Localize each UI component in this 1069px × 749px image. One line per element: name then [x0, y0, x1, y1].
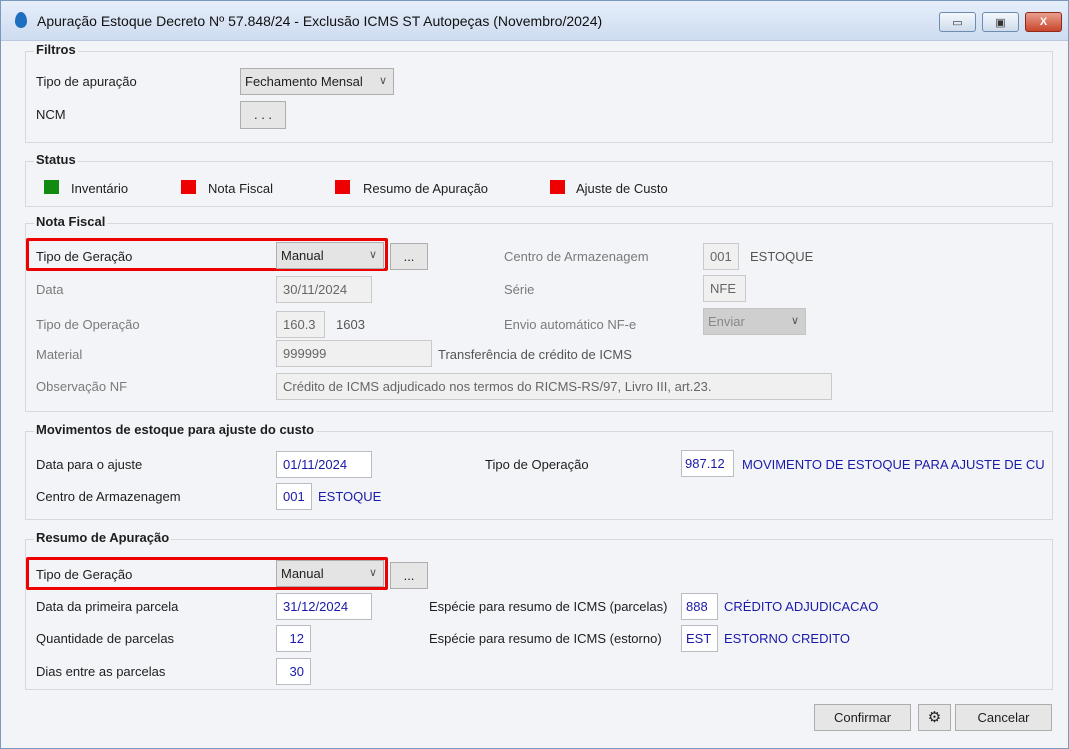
res-qtd-input[interactable]: 12 — [276, 625, 311, 652]
mov-data-label: Data para o ajuste — [36, 457, 143, 472]
app-drop-icon — [15, 12, 27, 28]
res-especie-parcelas-label: Espécie para resumo de ICMS (parcelas) — [429, 599, 668, 614]
res-dias-input[interactable]: 30 — [276, 658, 311, 685]
res-qtd-label: Quantidade de parcelas — [36, 631, 175, 646]
movimentos-title: Movimentos de estoque para ajuste do cus… — [34, 422, 317, 437]
chevron-down-icon: ∨ — [378, 75, 387, 87]
nf-observacao-input[interactable]: Crédito de ICMS adjudicado nos termos do… — [276, 373, 832, 400]
nf-material-input[interactable]: 999999 — [276, 340, 432, 367]
res-primeira-input[interactable]: 31/12/2024 — [276, 593, 372, 620]
status-resumo-indicator — [335, 180, 350, 194]
mov-tipo-operacao-label: Tipo de Operação — [485, 457, 589, 472]
dialog-window: Apuração Estoque Decreto Nº 57.848/24 - … — [0, 0, 1069, 749]
mov-tipo-operacao-desc: MOVIMENTO DE ESTOQUE PARA AJUSTE DE CU — [742, 457, 1045, 472]
res-dias-label: Dias entre as parcelas — [36, 664, 166, 679]
nf-centro-label: Centro de Armazenagem — [504, 249, 649, 264]
status-nota-fiscal-indicator — [181, 180, 196, 194]
status-inventario-indicator — [44, 180, 59, 194]
status-resumo-label: Resumo de Apuração — [363, 181, 489, 196]
nf-envio-select[interactable]: Enviar ∨ — [703, 308, 806, 335]
nf-data-label: Data — [36, 282, 64, 297]
res-tipo-geracao-label: Tipo de Geração — [36, 567, 133, 582]
status-title: Status — [34, 152, 78, 167]
movimentos-group: Movimentos de estoque para ajuste do cus… — [25, 422, 1053, 520]
tipo-apuracao-value: Fechamento Mensal — [245, 74, 363, 89]
res-especie-estorno-label: Espécie para resumo de ICMS (estorno) — [429, 631, 662, 646]
nota-fiscal-title: Nota Fiscal — [34, 214, 108, 229]
nf-tipo-geracao-value: Manual — [281, 248, 324, 263]
res-especie-estorno-desc: ESTORNO CREDITO — [724, 631, 850, 646]
gear-icon[interactable]: ⚙ — [918, 704, 951, 731]
mov-centro-label: Centro de Armazenagem — [36, 489, 181, 504]
res-tipo-geracao-select[interactable]: Manual ∨ — [276, 560, 384, 587]
ncm-label: NCM — [36, 107, 66, 122]
nf-material-desc: Transferência de crédito de ICMS — [438, 347, 632, 362]
res-more-button[interactable]: ... — [390, 562, 428, 589]
ncm-button[interactable]: . . . — [240, 101, 286, 129]
title-bar: Apuração Estoque Decreto Nº 57.848/24 - … — [1, 1, 1068, 41]
maximize-button[interactable]: ▣ — [982, 12, 1019, 32]
res-primeira-label: Data da primeira parcela — [36, 599, 179, 614]
nf-more-button[interactable]: ... — [390, 243, 428, 270]
nf-tipo-geracao-select[interactable]: Manual ∨ — [276, 242, 384, 269]
cancel-button[interactable]: Cancelar — [955, 704, 1052, 731]
nf-observacao-label: Observação NF — [36, 379, 128, 394]
res-especie-estorno-input[interactable]: EST — [681, 625, 718, 652]
tipo-apuracao-label: Tipo de apuração — [36, 74, 137, 89]
res-especie-parcelas-desc: CRÉDITO ADJUDICACAO — [724, 599, 879, 614]
chevron-down-icon: ∨ — [790, 315, 799, 327]
chevron-down-icon: ∨ — [368, 249, 377, 261]
status-group: Status — [25, 152, 1053, 207]
chevron-down-icon: ∨ — [368, 567, 377, 579]
nf-serie-label: Série — [504, 282, 535, 297]
nf-centro-desc: ESTOQUE — [750, 249, 814, 264]
mov-centro-input[interactable]: 001 — [276, 483, 312, 510]
mov-tipo-operacao-input[interactable]: 987.12 — [681, 450, 734, 477]
nf-envio-value: Enviar — [708, 314, 745, 329]
filtros-title: Filtros — [34, 42, 78, 57]
status-inventario-label: Inventário — [71, 181, 129, 196]
resumo-title: Resumo de Apuração — [34, 530, 172, 545]
nf-tipo-operacao-label: Tipo de Operação — [36, 317, 140, 332]
filtros-group: Filtros — [25, 42, 1053, 143]
nf-tipo-operacao-input[interactable]: 160.3 — [276, 311, 325, 338]
status-ajuste-indicator — [550, 180, 565, 194]
mov-data-input[interactable]: 01/11/2024 — [276, 451, 372, 478]
nf-tipo-geracao-label: Tipo de Geração — [36, 249, 133, 264]
status-nota-fiscal-label: Nota Fiscal — [208, 181, 274, 196]
confirm-button[interactable]: Confirmar — [814, 704, 911, 731]
mov-centro-desc: ESTOQUE — [318, 489, 382, 504]
nf-material-label: Material — [36, 347, 83, 362]
minimize-button[interactable]: ▭ — [939, 12, 976, 32]
nf-serie-input[interactable]: NFE — [703, 275, 746, 302]
res-tipo-geracao-value: Manual — [281, 566, 324, 581]
window-title: Apuração Estoque Decreto Nº 57.848/24 - … — [37, 13, 603, 29]
close-button[interactable]: X — [1025, 12, 1062, 32]
nf-centro-input[interactable]: 001 — [703, 243, 739, 270]
res-especie-parcelas-input[interactable]: 888 — [681, 593, 718, 620]
nf-data-input[interactable]: 30/11/2024 — [276, 276, 372, 303]
nf-tipo-operacao-desc: 1603 — [336, 317, 365, 332]
status-ajuste-label: Ajuste de Custo — [576, 181, 668, 196]
nf-envio-label: Envio automático NF-e — [504, 317, 637, 332]
tipo-apuracao-select[interactable]: Fechamento Mensal ∨ — [240, 68, 394, 95]
